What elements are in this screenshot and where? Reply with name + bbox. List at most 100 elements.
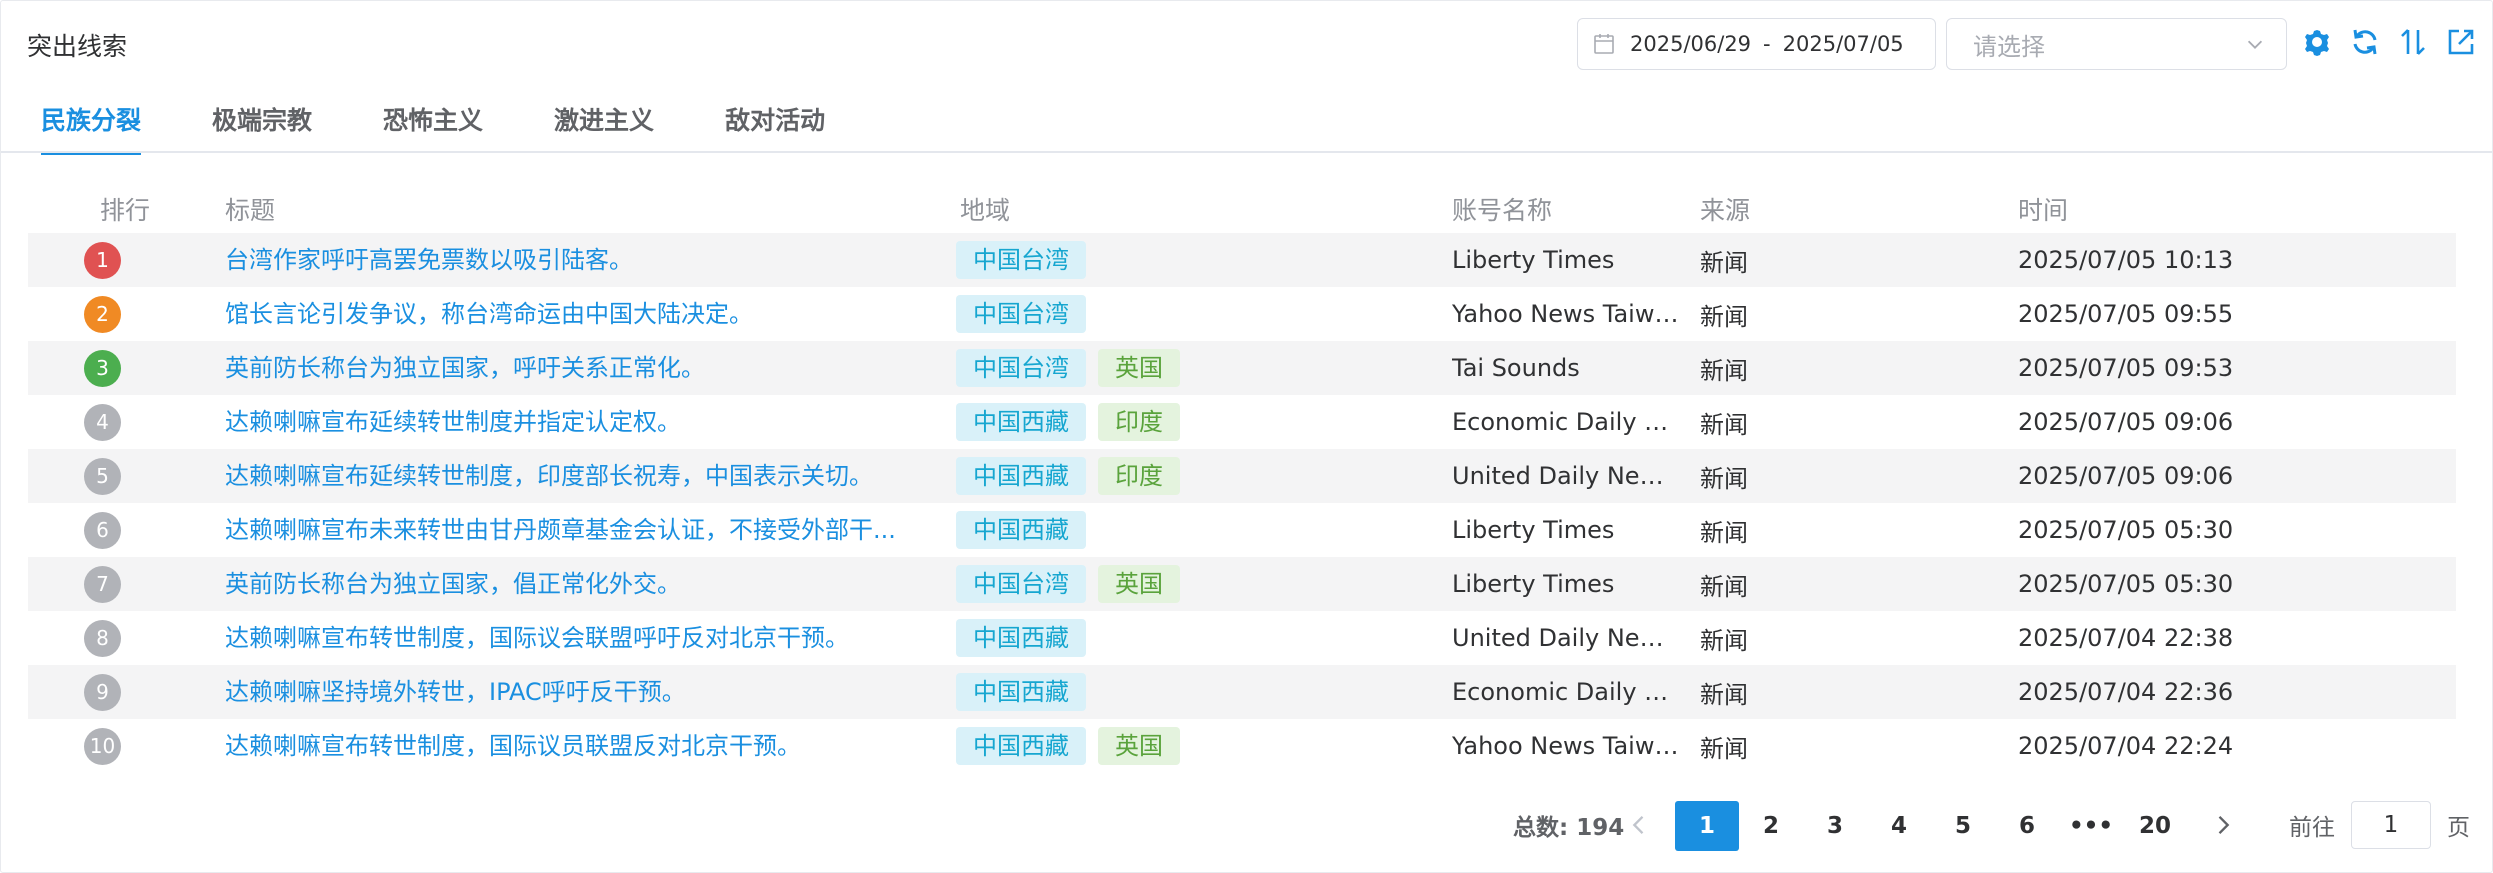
account-name: United Daily News... bbox=[1452, 624, 1682, 652]
region-cell: 中国西藏 印度 bbox=[956, 395, 1192, 449]
region-tag: 中国西藏 bbox=[956, 511, 1086, 549]
title-cell[interactable]: 达赖喇嘛宣布转世制度，国际议员联盟反对北京干预。 bbox=[225, 719, 935, 773]
date-end[interactable]: 2025/07/05 bbox=[1783, 32, 1904, 56]
tab-radicalism[interactable]: 激进主义 bbox=[554, 101, 654, 155]
table-row[interactable]: 4 达赖喇嘛宣布延续转世制度并指定认定权。 中国西藏 印度 Economic Daily… bbox=[28, 395, 2456, 449]
title-cell[interactable]: 达赖喇嘛坚持境外转世，IPAC呼吁反干预。 bbox=[225, 665, 935, 719]
account-cell: Liberty Times bbox=[1452, 233, 1682, 287]
column-header-rank: 排行 bbox=[100, 196, 151, 225]
rank-badge: 8 bbox=[84, 619, 121, 657]
region-cell: 中国台湾 英国 bbox=[956, 341, 1192, 395]
rank-badge: 10 bbox=[84, 727, 121, 765]
table-row[interactable]: 7 英前防长称台为独立国家，倡正常化外交。 中国台湾 英国 Liberty Times 新… bbox=[28, 557, 2456, 611]
source-cell: 新闻 bbox=[1700, 626, 1748, 655]
sort-icon[interactable] bbox=[2397, 26, 2429, 58]
clue-title-link[interactable]: 达赖喇嘛宣布未来转世由甘丹颇章基金会认证，不接受外部干... bbox=[225, 503, 935, 557]
region-tag: 中国台湾 bbox=[956, 241, 1086, 279]
table-row[interactable]: 10 达赖喇嘛宣布转世制度，国际议员联盟反对北京干预。 中国西藏 英国 Yahoo Ne… bbox=[28, 719, 2456, 773]
region-tag: 中国台湾 bbox=[956, 565, 1086, 603]
date-start[interactable]: 2025/06/29 bbox=[1630, 32, 1751, 56]
rank-cell: 4 bbox=[84, 395, 121, 449]
page-button[interactable]: 2 bbox=[1739, 801, 1803, 851]
region-tag: 英国 bbox=[1098, 565, 1180, 603]
page-button[interactable]: 4 bbox=[1867, 801, 1931, 851]
source-cell: 新闻 bbox=[1700, 680, 1748, 709]
column-header-source: 来源 bbox=[1700, 196, 1751, 225]
title-cell[interactable]: 达赖喇嘛宣布延续转世制度，印度部长祝寿，中国表示关切。 bbox=[225, 449, 935, 503]
rank-cell: 3 bbox=[84, 341, 121, 395]
table-row[interactable]: 2 馆长言论引发争议，称台湾命运由中国大陆决定。 中国台湾 Yahoo News Ta… bbox=[28, 287, 2456, 341]
table-row[interactable]: 3 英前防长称台为独立国家，呼吁关系正常化。 中国台湾 英国 Tai Sounds 新闻 2… bbox=[28, 341, 2456, 395]
page-button[interactable]: 5 bbox=[1931, 801, 1995, 851]
time-cell: 2025/07/05 09:55 bbox=[2018, 300, 2234, 328]
toolbar-icons bbox=[2301, 26, 2477, 58]
clue-title-link[interactable]: 达赖喇嘛宣布转世制度，国际议会联盟呼吁反对北京干预。 bbox=[225, 611, 935, 665]
region-tag: 英国 bbox=[1098, 349, 1180, 387]
chevron-left-icon[interactable] bbox=[1625, 811, 1653, 839]
rank-badge: 9 bbox=[84, 673, 121, 711]
region-tag: 印度 bbox=[1098, 457, 1180, 495]
tab-hostile-activities[interactable]: 敌对活动 bbox=[725, 101, 825, 155]
region-cell: 中国台湾 英国 bbox=[956, 557, 1192, 611]
clue-title-link[interactable]: 达赖喇嘛宣布延续转世制度，印度部长祝寿，中国表示关切。 bbox=[225, 449, 935, 503]
account-cell: Yahoo News Taiwan bbox=[1452, 287, 1682, 341]
title-cell[interactable]: 达赖喇嘛宣布未来转世由甘丹颇章基金会认证，不接受外部干... bbox=[225, 503, 935, 557]
table-row[interactable]: 8 达赖喇嘛宣布转世制度，国际议会联盟呼吁反对北京干预。 中国西藏 United Da… bbox=[28, 611, 2456, 665]
title-cell[interactable]: 英前防长称台为独立国家，倡正常化外交。 bbox=[225, 557, 935, 611]
clue-title-link[interactable]: 达赖喇嘛宣布转世制度，国际议员联盟反对北京干预。 bbox=[225, 719, 935, 773]
page-button[interactable]: 3 bbox=[1803, 801, 1867, 851]
tab-religious-extremism[interactable]: 极端宗教 bbox=[212, 101, 312, 155]
goto-page-input[interactable]: 1 bbox=[2351, 801, 2431, 849]
title-cell[interactable]: 台湾作家呼吁高罢免票数以吸引陆客。 bbox=[225, 233, 935, 287]
account-cell: United Daily News... bbox=[1452, 449, 1682, 503]
page-ellipsis[interactable]: ••• bbox=[2059, 801, 2123, 851]
region-cell: 中国西藏 bbox=[956, 665, 1098, 719]
select-placeholder: 请选择 bbox=[1973, 32, 2045, 61]
region-tag: 英国 bbox=[1098, 727, 1180, 765]
region-cell: 中国西藏 印度 bbox=[956, 449, 1192, 503]
region-tag: 中国台湾 bbox=[956, 295, 1086, 333]
time-cell: 2025/07/04 22:24 bbox=[2018, 732, 2234, 760]
date-range-picker[interactable]: 2025/06/29 - 2025/07/05 bbox=[1577, 18, 1936, 70]
clue-title-link[interactable]: 英前防长称台为独立国家，倡正常化外交。 bbox=[225, 557, 935, 611]
time-cell: 2025/07/04 22:38 bbox=[2018, 624, 2234, 652]
source-cell: 新闻 bbox=[1700, 572, 1748, 601]
account-name: Tai Sounds bbox=[1452, 354, 1580, 382]
tab-ethnic-separatism[interactable]: 民族分裂 bbox=[41, 101, 142, 155]
title-cell[interactable]: 馆长言论引发争议，称台湾命运由中国大陆决定。 bbox=[225, 287, 935, 341]
rank-badge: 3 bbox=[84, 349, 121, 387]
account-cell: United Daily News... bbox=[1452, 611, 1682, 665]
category-select[interactable]: 请选择 bbox=[1946, 18, 2287, 70]
clue-title-link[interactable]: 达赖喇嘛宣布延续转世制度并指定认定权。 bbox=[225, 395, 935, 449]
export-icon[interactable] bbox=[2445, 26, 2477, 58]
rank-badge: 7 bbox=[84, 565, 121, 603]
title-cell[interactable]: 达赖喇嘛宣布转世制度，国际议会联盟呼吁反对北京干预。 bbox=[225, 611, 935, 665]
region-cell: 中国台湾 bbox=[956, 287, 1098, 341]
page-button[interactable]: 6 bbox=[1995, 801, 2059, 851]
title-cell[interactable]: 英前防长称台为独立国家，呼吁关系正常化。 bbox=[225, 341, 935, 395]
page-button[interactable]: 1 bbox=[1675, 801, 1739, 851]
tab-terrorism[interactable]: 恐怖主义 bbox=[383, 101, 483, 155]
rank-cell: 8 bbox=[84, 611, 121, 665]
title-cell[interactable]: 达赖喇嘛宣布延续转世制度并指定认定权。 bbox=[225, 395, 935, 449]
column-header-region: 地域 bbox=[960, 196, 1011, 225]
region-tag: 中国西藏 bbox=[956, 673, 1086, 711]
table-row[interactable]: 5 达赖喇嘛宣布延续转世制度，印度部长祝寿，中国表示关切。 中国西藏 印度 United… bbox=[28, 449, 2456, 503]
refresh-icon[interactable] bbox=[2349, 26, 2381, 58]
clue-title-link[interactable]: 达赖喇嘛坚持境外转世，IPAC呼吁反干预。 bbox=[225, 665, 935, 719]
clue-title-link[interactable]: 馆长言论引发争议，称台湾命运由中国大陆决定。 bbox=[225, 287, 935, 341]
region-cell: 中国台湾 bbox=[956, 233, 1098, 287]
gear-icon[interactable] bbox=[2301, 26, 2333, 58]
chevron-right-icon[interactable] bbox=[2209, 811, 2237, 839]
region-tag: 中国西藏 bbox=[956, 619, 1086, 657]
table-row[interactable]: 1 台湾作家呼吁高罢免票数以吸引陆客。 中国台湾 Liberty Times 新闻 202… bbox=[28, 233, 2456, 287]
table-row[interactable]: 9 达赖喇嘛坚持境外转世，IPAC呼吁反干预。 中国西藏 Economic Daily… bbox=[28, 665, 2456, 719]
account-name: United Daily News... bbox=[1452, 462, 1682, 490]
table-row[interactable]: 6 达赖喇嘛宣布未来转世由甘丹颇章基金会认证，不接受外部干... 中国西藏 Liber… bbox=[28, 503, 2456, 557]
clue-title-link[interactable]: 台湾作家呼吁高罢免票数以吸引陆客。 bbox=[225, 233, 935, 287]
clue-title-link[interactable]: 英前防长称台为独立国家，呼吁关系正常化。 bbox=[225, 341, 935, 395]
source-cell: 新闻 bbox=[1700, 248, 1748, 277]
page-button[interactable]: 20 bbox=[2123, 801, 2187, 851]
region-cell: 中国西藏 bbox=[956, 611, 1098, 665]
rank-cell: 7 bbox=[84, 557, 121, 611]
